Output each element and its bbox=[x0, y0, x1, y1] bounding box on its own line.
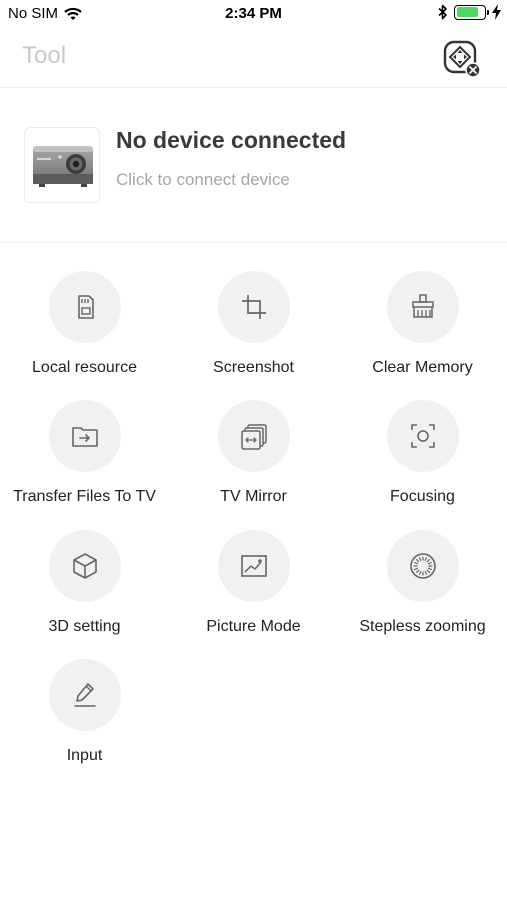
tool-icon-circle bbox=[387, 530, 459, 602]
device-status-title: No device connected bbox=[116, 127, 347, 153]
charging-icon bbox=[492, 4, 501, 20]
bluetooth-icon bbox=[438, 4, 447, 20]
tool-label: Local resource bbox=[32, 359, 137, 376]
page-header: Tool bbox=[0, 28, 507, 88]
tool-label: Input bbox=[66, 747, 103, 764]
status-right bbox=[438, 4, 501, 20]
cube-icon bbox=[73, 553, 97, 579]
status-time: 2:34 PM bbox=[225, 5, 282, 22]
crop-icon bbox=[242, 295, 266, 319]
tool-icon-circle bbox=[49, 530, 121, 602]
tool-label: Clear Memory bbox=[372, 359, 473, 376]
tool-label: Transfer Files To TV bbox=[13, 488, 156, 505]
tool-label: Picture Mode bbox=[206, 618, 301, 635]
tool-icon-circle bbox=[49, 400, 121, 472]
tool-label: 3D setting bbox=[48, 618, 121, 635]
tool-icon-circle bbox=[49, 271, 121, 343]
tool-label: Stepless zooming bbox=[359, 618, 486, 635]
folder-transfer-icon bbox=[72, 427, 98, 447]
remote-disconnected-icon bbox=[443, 40, 481, 78]
page-title: Tool bbox=[22, 42, 67, 69]
tool-local-resource[interactable]: Local resource bbox=[0, 271, 169, 391]
sd-card-icon bbox=[78, 295, 94, 319]
projector-icon bbox=[33, 146, 93, 187]
tool-3d-setting[interactable]: 3D setting bbox=[0, 530, 169, 650]
mirror-icon bbox=[241, 424, 267, 450]
tool-stepless-zooming[interactable]: Stepless zooming bbox=[338, 530, 507, 650]
tool-label: TV Mirror bbox=[220, 488, 287, 505]
status-bar: No SIM 2:34 PM bbox=[0, 0, 507, 28]
tool-icon-circle bbox=[387, 400, 459, 472]
tool-icon-circle bbox=[49, 659, 121, 731]
pen-icon bbox=[74, 683, 96, 707]
tool-screenshot[interactable]: Screenshot bbox=[169, 271, 338, 391]
device-status-subtitle: Click to connect device bbox=[116, 170, 290, 189]
tool-transfer-files[interactable]: Transfer Files To TV bbox=[0, 400, 169, 520]
remote-control-button[interactable] bbox=[442, 39, 482, 79]
battery-level-fill bbox=[456, 7, 479, 17]
focus-icon bbox=[411, 424, 435, 448]
zoom-dial-icon bbox=[410, 553, 436, 579]
tool-input[interactable]: Input bbox=[0, 659, 169, 779]
tool-tv-mirror[interactable]: TV Mirror bbox=[169, 400, 338, 520]
tool-label: Screenshot bbox=[213, 359, 294, 376]
picture-icon bbox=[241, 555, 267, 577]
projector-thumbnail bbox=[24, 127, 100, 203]
battery-icon bbox=[454, 4, 489, 20]
tool-icon-circle bbox=[218, 271, 290, 343]
broom-icon bbox=[412, 294, 434, 318]
device-connect-card[interactable]: No device connected Click to connect dev… bbox=[0, 89, 507, 243]
tool-clear-memory[interactable]: Clear Memory bbox=[338, 271, 507, 391]
tool-picture-mode[interactable]: Picture Mode bbox=[169, 530, 338, 650]
tool-focusing[interactable]: Focusing bbox=[338, 400, 507, 520]
tool-icon-circle bbox=[218, 400, 290, 472]
battery-cap bbox=[486, 9, 489, 15]
tool-icon-circle bbox=[218, 530, 290, 602]
tool-icon-circle bbox=[387, 271, 459, 343]
tool-label: Focusing bbox=[390, 488, 455, 505]
